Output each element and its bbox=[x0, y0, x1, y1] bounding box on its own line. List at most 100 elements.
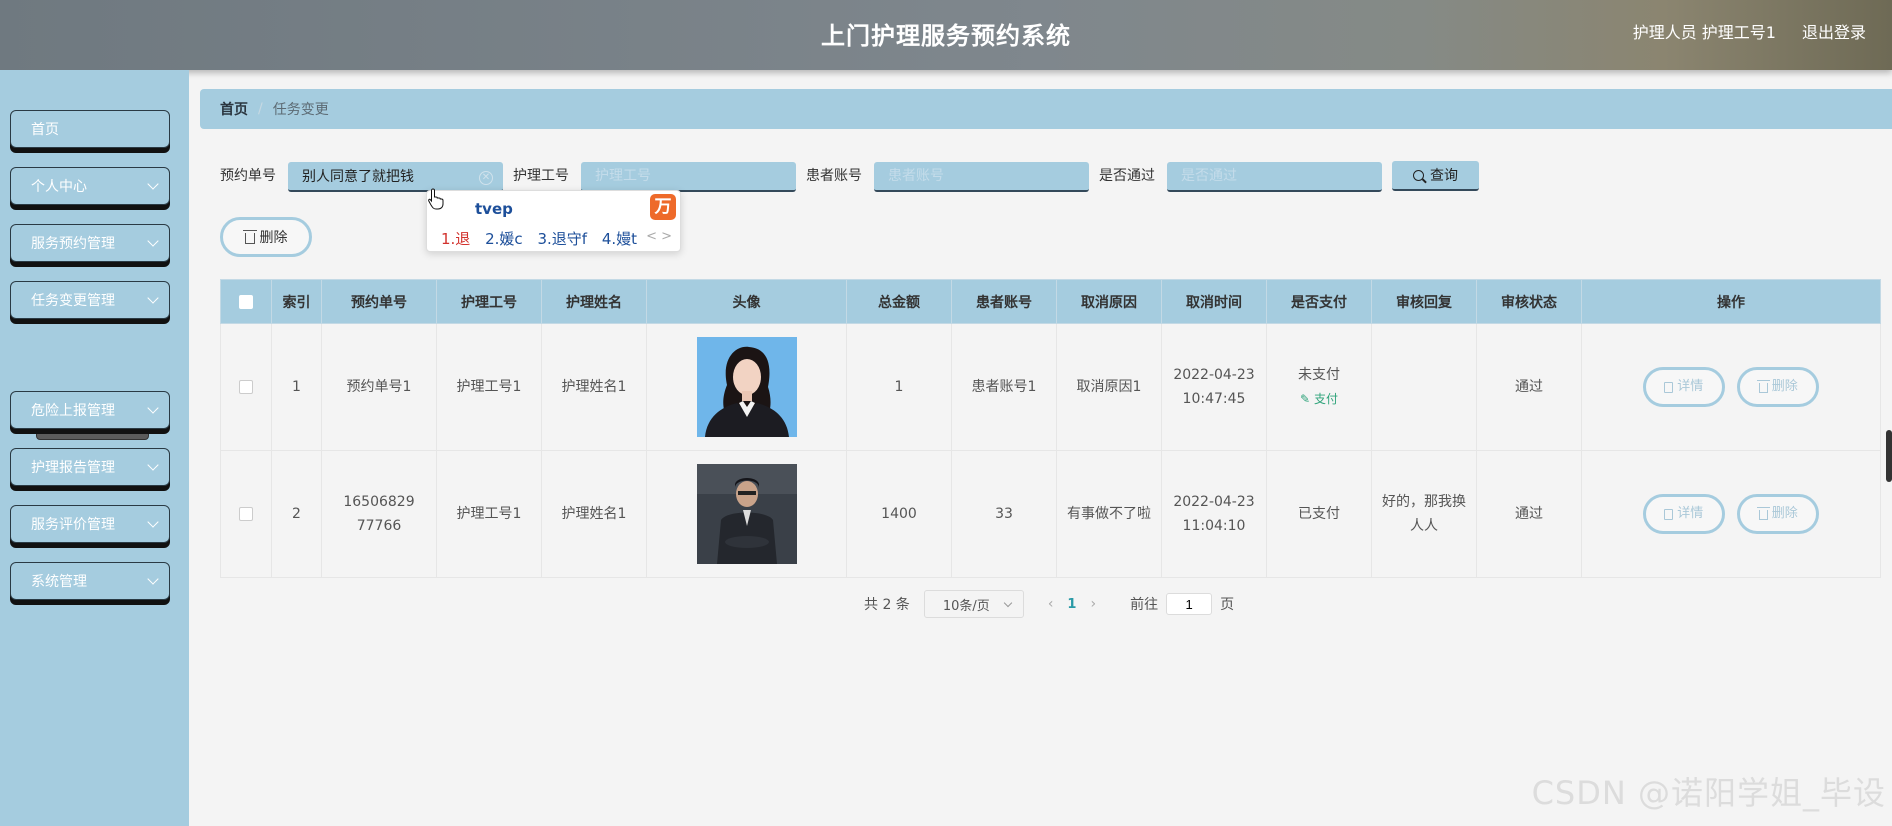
search-icon bbox=[1413, 169, 1424, 181]
chevron-down-icon bbox=[147, 235, 159, 247]
sidebar-item-system[interactable]: 系统管理 bbox=[10, 562, 170, 600]
cell-patient-account: 患者账号1 bbox=[951, 323, 1057, 451]
row-checkbox[interactable] bbox=[239, 380, 253, 394]
table-row: 1 预约单号1 护理工号1 护理姓名1 1 患者账号1 取消原因1 2022-0… bbox=[220, 323, 1881, 451]
next-page-icon[interactable]: › bbox=[1090, 596, 1096, 612]
sidebar-item-service-review[interactable]: 服务评价管理 bbox=[10, 505, 170, 543]
ime-candidate[interactable]: 4.嫚t bbox=[602, 230, 637, 248]
breadcrumb-separator: / bbox=[258, 101, 263, 117]
ime-candidate[interactable]: 2.媛c bbox=[485, 230, 523, 248]
sidebar-item-care-report[interactable]: 护理报告管理 bbox=[10, 448, 170, 486]
delete-button-label: 删除 bbox=[259, 230, 288, 246]
cell-patient-account: 33 bbox=[951, 450, 1057, 578]
cell-avatar bbox=[646, 323, 847, 451]
watermark: CSDN @诺阳学姐_毕设 bbox=[1531, 774, 1886, 812]
sidebar-item-personal-center[interactable]: 个人中心 bbox=[10, 167, 170, 205]
batch-delete-button[interactable]: 删除 bbox=[220, 217, 312, 257]
column-header: 护理工号 bbox=[436, 279, 542, 324]
page-suffix: 页 bbox=[1220, 597, 1235, 613]
ime-candidates: 1.退 2.媛c 3.退守f 4.嫚t bbox=[441, 228, 647, 249]
detail-button-label: 详情 bbox=[1677, 506, 1704, 522]
logout-link[interactable]: 退出登录 bbox=[1802, 19, 1866, 43]
column-header: 审核状态 bbox=[1476, 279, 1582, 324]
cell-nurse-name: 护理姓名1 bbox=[541, 450, 647, 578]
top-header: 上门护理服务预约系统 护理人员 护理工号1 退出登录 bbox=[0, 0, 1892, 70]
column-header: 取消时间 bbox=[1161, 279, 1267, 324]
trash-icon bbox=[1756, 379, 1770, 393]
document-icon bbox=[1664, 508, 1674, 520]
order-no-text: 1650682977766 bbox=[343, 494, 415, 534]
patient-account-input[interactable] bbox=[874, 162, 1089, 192]
hand-cursor-icon bbox=[428, 188, 444, 210]
patient-account-label: 患者账号 bbox=[806, 168, 862, 184]
sidebar-item-label: 系统管理 bbox=[31, 574, 87, 590]
query-button[interactable]: 查询 bbox=[1392, 161, 1479, 191]
goto-page-input[interactable] bbox=[1166, 593, 1213, 615]
detail-button[interactable]: 详情 bbox=[1642, 367, 1725, 408]
cell-amount: 1 bbox=[846, 323, 952, 451]
row-delete-button[interactable]: 删除 bbox=[1737, 493, 1820, 534]
cell-amount: 1400 bbox=[846, 450, 952, 578]
ime-page-arrows[interactable]: < > bbox=[646, 229, 672, 244]
row-select-cell bbox=[220, 323, 272, 451]
sidebar-item-label: 服务评价管理 bbox=[31, 517, 115, 533]
sidebar-item-label: 首页 bbox=[31, 122, 59, 138]
clear-icon[interactable]: ✕ bbox=[479, 171, 493, 185]
sidebar-item-label: 任务变更管理 bbox=[31, 293, 115, 309]
sidebar-item-home[interactable]: 首页 bbox=[10, 110, 170, 148]
cell-review-reply: 好的，那我换人人 bbox=[1371, 450, 1477, 578]
column-header: 是否支付 bbox=[1266, 279, 1372, 324]
trash-icon bbox=[242, 229, 257, 244]
cell-paid: 未支付 ✎ 支付 bbox=[1266, 323, 1372, 451]
current-user: 护理人员 护理工号1 bbox=[1632, 23, 1776, 42]
select-all-cell bbox=[220, 279, 272, 324]
sidebar-item-label: 护理报告管理 bbox=[31, 460, 115, 476]
scrollbar-thumb[interactable] bbox=[1886, 430, 1892, 482]
pass-status-input[interactable] bbox=[1167, 162, 1382, 192]
cell-actions: 详情 删除 bbox=[1581, 450, 1881, 578]
order-input[interactable] bbox=[288, 162, 503, 192]
breadcrumb-home[interactable]: 首页 bbox=[220, 99, 248, 119]
sidebar-item-task-change[interactable]: 任务变更管理 bbox=[10, 281, 170, 319]
detail-button[interactable]: 详情 bbox=[1642, 494, 1725, 535]
chevron-down-icon bbox=[1003, 598, 1013, 608]
chevron-down-icon bbox=[147, 459, 159, 471]
ime-candidate[interactable]: 3.退守f bbox=[537, 230, 587, 248]
sidebar-item-danger-report[interactable]: 危险上报管理 bbox=[10, 391, 170, 429]
detail-button-label: 详情 bbox=[1677, 379, 1704, 395]
column-header: 操作 bbox=[1581, 279, 1881, 324]
chevron-down-icon bbox=[147, 402, 159, 414]
table-header-row: 索引 预约单号 护理工号 护理姓名 头像 总金额 患者账号 取消原因 取消时间 … bbox=[220, 279, 1881, 324]
cell-review-status: 通过 bbox=[1476, 323, 1582, 451]
select-all-checkbox[interactable] bbox=[239, 294, 253, 309]
row-delete-button[interactable]: 删除 bbox=[1737, 366, 1820, 407]
document-icon bbox=[1664, 381, 1674, 393]
column-header: 索引 bbox=[271, 279, 322, 324]
delete-button-label: 删除 bbox=[1771, 505, 1798, 521]
sidebar-item-label: 服务预约管理 bbox=[31, 236, 115, 252]
chevron-down-icon bbox=[147, 178, 159, 190]
goto-label: 前往 bbox=[1130, 597, 1159, 613]
column-header: 预约单号 bbox=[321, 279, 437, 324]
ime-candidate[interactable]: 1.退 bbox=[441, 230, 470, 248]
avatar[interactable] bbox=[696, 337, 797, 437]
avatar[interactable] bbox=[696, 464, 797, 564]
prev-page-icon[interactable]: ‹ bbox=[1048, 596, 1054, 612]
cell-nurse-name: 护理姓名1 bbox=[541, 323, 647, 451]
current-page[interactable]: 1 bbox=[1067, 597, 1076, 612]
column-header: 审核回复 bbox=[1371, 279, 1477, 324]
pay-link[interactable]: ✎ 支付 bbox=[1267, 387, 1371, 411]
cell-cancel-reason: 有事做不了啦 bbox=[1056, 450, 1162, 578]
trash-icon bbox=[1756, 506, 1770, 520]
page-size-select[interactable]: 10条/页 bbox=[923, 590, 1024, 618]
cell-review-status: 通过 bbox=[1476, 450, 1582, 578]
nurse-id-input[interactable] bbox=[581, 162, 796, 192]
column-header: 取消原因 bbox=[1056, 279, 1162, 324]
edit-icon: ✎ bbox=[1300, 392, 1311, 406]
page-size-value: 10条/页 bbox=[942, 598, 990, 614]
sidebar: 首页 个人中心 服务预约管理 任务变更管理 任务变更 危险上报管理 护理报告管理… bbox=[0, 70, 189, 826]
ime-logo-icon: 万 bbox=[650, 194, 676, 220]
cell-avatar bbox=[646, 450, 847, 578]
sidebar-item-service-booking[interactable]: 服务预约管理 bbox=[10, 224, 170, 262]
row-checkbox[interactable] bbox=[239, 507, 253, 521]
